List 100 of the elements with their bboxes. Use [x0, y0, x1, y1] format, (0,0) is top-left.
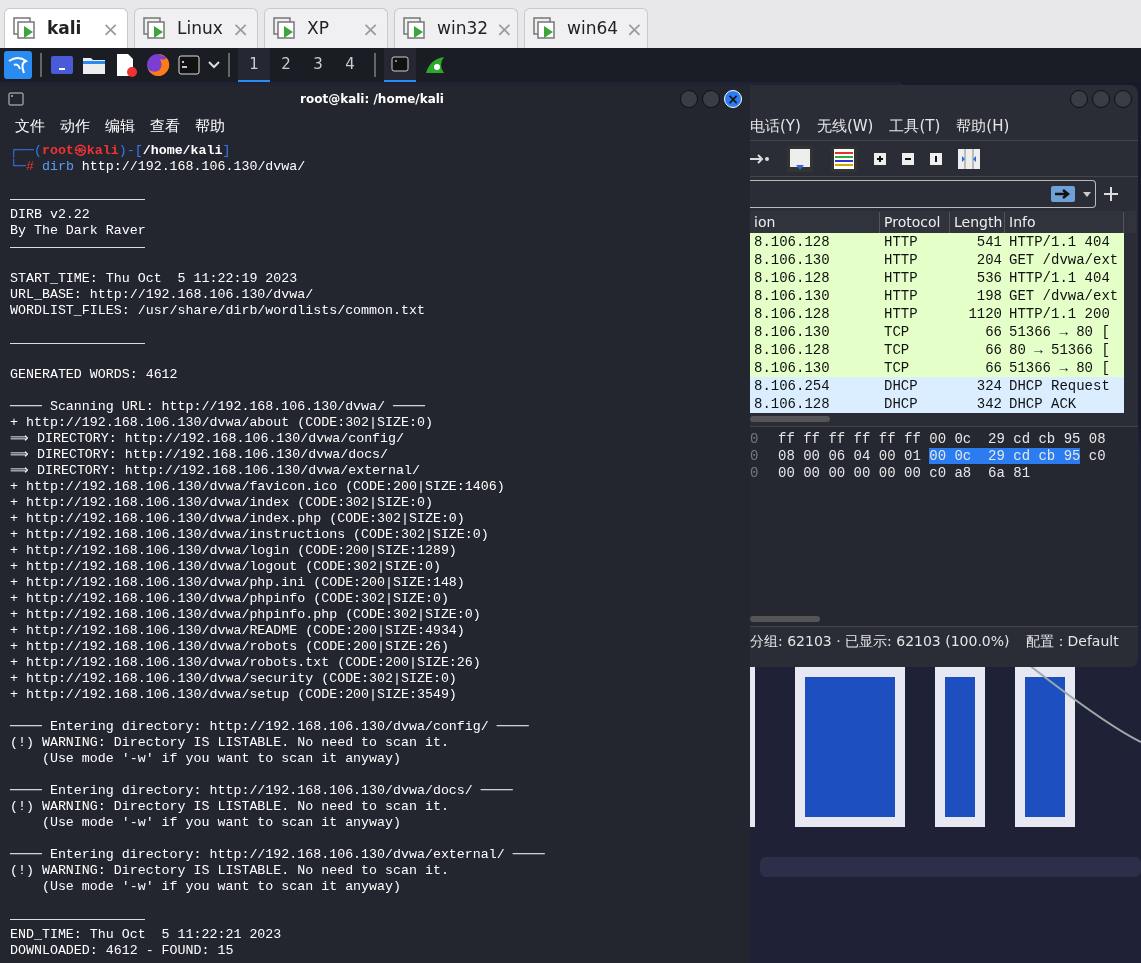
vm-tab[interactable]: Linux ×: [134, 8, 258, 48]
output-line: + http://192.168.106.130/dvwa/about (CODE:302|SIZE:0): [9, 415, 434, 431]
terminal-icon: [391, 56, 409, 72]
menu-item[interactable]: 无线(W): [816, 114, 874, 138]
desktop-icon[interactable]: [50, 55, 74, 75]
output-line: (Use mode '-w' if you want to scan it anyway): [40, 879, 402, 895]
workspace-button[interactable]: 1: [238, 48, 270, 82]
menu-item[interactable]: 编辑: [105, 114, 135, 138]
status-text: 分组: 62103 · 已显示: 62103 (100.0%): [750, 632, 1010, 651]
table-cell-text: HTTP: [883, 269, 919, 287]
menu-item[interactable]: 查看: [150, 114, 180, 138]
folder-icon[interactable]: [82, 55, 106, 75]
output-line: (Use mode '-w' if you want to scan it anyway): [40, 751, 402, 767]
table-cell-text: HTTP: [883, 305, 919, 323]
caret-icon[interactable]: [1083, 191, 1091, 197]
output-line: ⟹ DIRECTORY: http://192.168.106.130/dvwa/config/: [9, 431, 406, 447]
output-line: ──── Entering directory: http://192.168.106.130/dvwa/docs/ ────: [9, 783, 514, 799]
autoscroll-icon[interactable]: [786, 144, 814, 173]
table-cell-text: 324: [975, 377, 1003, 395]
output-line: + http://192.168.106.130/dvwa/logout (CODE:302|SIZE:0): [9, 559, 442, 575]
tab-label: Linux: [177, 16, 223, 40]
column-header[interactable]: Info: [1005, 211, 1124, 233]
packet-row[interactable]: 8.106.128 HTTP 541 HTTP/1.1 404: [750, 233, 1124, 251]
packet-row[interactable]: 8.106.130 TCP 66 51366 → 80 [: [750, 359, 1124, 377]
output-line: + http://192.168.106.130/dvwa/instructions (CODE:302|SIZE:0): [9, 527, 490, 543]
output-line: (!) WARNING: Directory IS LISTABLE. No need to scan it.: [9, 735, 450, 751]
workspace-button[interactable]: 3: [302, 48, 334, 82]
document-icon[interactable]: [114, 53, 138, 77]
output-line: (!) WARNING: Directory IS LISTABLE. No need to scan it.: [9, 863, 450, 879]
output-line: WORDLIST_FILES: /usr/share/dirb/wordlists/common.txt: [9, 303, 426, 319]
terminal-icon[interactable]: [178, 55, 200, 75]
fin-icon[interactable]: [424, 55, 446, 75]
zoom-out-icon[interactable]: [902, 152, 914, 165]
normal-size-icon[interactable]: [930, 152, 942, 165]
terminal-icon: [8, 91, 24, 106]
terminal-task-button[interactable]: [384, 48, 416, 82]
menu-item[interactable]: 文件: [15, 114, 45, 138]
workspace-button[interactable]: 2: [270, 48, 302, 82]
arrow-icon[interactable]: [750, 151, 770, 166]
output-line: + http://192.168.106.130/dvwa/favicon.ico (CODE:200|SIZE:1406): [9, 479, 506, 495]
packet-row[interactable]: 8.106.128 DHCP 342 DHCP ACK: [750, 395, 1124, 413]
packet-row[interactable]: 8.106.128 TCP 66 80 → 51366 [: [750, 341, 1124, 359]
table-cell-text: DHCP: [883, 395, 919, 413]
output-line: (!) WARNING: Directory IS LISTABLE. No need to scan it.: [9, 799, 450, 815]
table-cell-text: 8.106.128: [753, 233, 831, 251]
menu-item[interactable]: 帮助(H): [956, 114, 1010, 138]
menu-item[interactable]: 电话(Y): [750, 114, 801, 138]
table-cell-text: 66: [984, 359, 1003, 377]
packet-row[interactable]: 8.106.128 HTTP 1120 HTTP/1.1 200: [750, 305, 1124, 323]
line-number: 0: [750, 465, 760, 482]
output-line: DIRB v2.22: [9, 207, 91, 223]
table-cell-text: 51366 → 80 [: [1008, 359, 1111, 377]
hex-bytes: 00 00 00 00 00 00 c0 a8 6a 81: [778, 465, 1031, 481]
output-line: ⟹ DIRECTORY: http://192.168.106.130/dvwa/external/: [9, 463, 421, 479]
plus-icon[interactable]: [1104, 187, 1118, 201]
menu-item[interactable]: 动作: [60, 114, 90, 138]
close-button[interactable]: ×: [724, 89, 742, 108]
table-cell-text: 8.106.130: [753, 323, 831, 341]
scrollbar[interactable]: [750, 616, 820, 622]
output-line: + http://192.168.106.130/dvwa/index.php (CODE:302|SIZE:0): [9, 511, 466, 527]
table-cell-text: TCP: [883, 359, 911, 377]
table-cell-text: 8.106.130: [753, 251, 831, 269]
table-cell-text: 66: [984, 323, 1003, 341]
output-line: ──── Entering directory: http://192.168.106.130/dvwa/config/ ────: [9, 719, 530, 735]
packet-row[interactable]: 8.106.130 HTTP 204 GET /dvwa/ext: [750, 251, 1124, 269]
filter-field[interactable]: [750, 180, 1096, 208]
colorize-icon[interactable]: [830, 144, 858, 173]
vm-tab[interactable]: win32 ×: [394, 8, 518, 48]
table-cell-text: 66: [984, 341, 1003, 359]
output-line: + http://192.168.106.130/dvwa/phpinfo (CODE:302|SIZE:0): [9, 591, 450, 607]
menu-item[interactable]: 工具(T): [889, 114, 941, 138]
workspace-button[interactable]: 4: [334, 48, 366, 82]
vm-tab[interactable]: win64 ×: [524, 8, 648, 48]
packet-row[interactable]: 8.106.130 TCP 66 51366 → 80 [: [750, 323, 1124, 341]
column-header[interactable]: Length: [950, 211, 1005, 233]
table-cell-text: 8.106.254: [753, 377, 831, 395]
zoom-in-icon[interactable]: [874, 152, 886, 165]
table-cell-text: 541: [975, 233, 1003, 251]
output-line: + http://192.168.106.130/dvwa/php.ini (CODE:200|SIZE:148): [9, 575, 466, 591]
table-cell-text: 342: [975, 395, 1003, 413]
table-cell-text: HTTP: [883, 287, 919, 305]
column-header[interactable]: Protocol: [880, 211, 950, 233]
output-line: GENERATED WORDS: 4612: [9, 367, 179, 383]
packet-row[interactable]: 8.106.254 DHCP 324 DHCP Request: [750, 377, 1124, 395]
scrollbar[interactable]: [750, 416, 830, 422]
menu-item[interactable]: 帮助: [195, 114, 225, 138]
chevron-icon[interactable]: [208, 61, 220, 69]
table-cell-text: 536: [975, 269, 1003, 287]
vm-tab[interactable]: XP ×: [264, 8, 388, 48]
resize-columns-icon[interactable]: [958, 148, 980, 169]
vm-tab[interactable]: kali ×: [4, 8, 128, 48]
globe-icon[interactable]: [146, 53, 170, 77]
dragon-icon[interactable]: [4, 51, 32, 79]
output-line: + http://192.168.106.130/dvwa/setup (CODE:200|SIZE:3549): [9, 687, 458, 703]
output-line: ──── Entering directory: http://192.168.106.130/dvwa/external/ ────: [9, 847, 546, 863]
table-cell-text: 1120: [967, 305, 1003, 323]
packet-row[interactable]: 8.106.130 HTTP 198 GET /dvwa/ext: [750, 287, 1124, 305]
packet-row[interactable]: 8.106.128 HTTP 536 HTTP/1.1 404: [750, 269, 1124, 287]
table-cell-text: TCP: [883, 341, 911, 359]
table-cell-text: HTTP: [883, 251, 919, 269]
